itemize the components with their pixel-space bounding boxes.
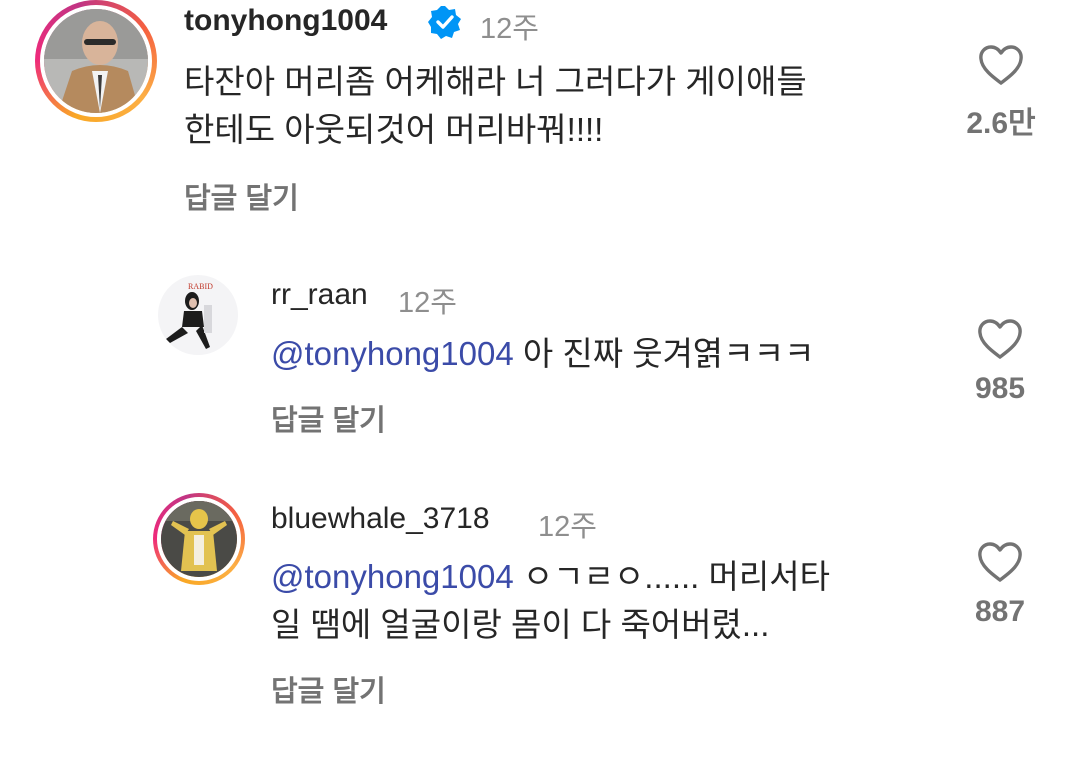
heart-outline-icon[interactable] <box>977 541 1023 583</box>
comment-username[interactable]: bluewhale_3718 <box>271 502 490 536</box>
like-control: 985 <box>955 318 1045 406</box>
comment-body: ㅇㄱㄹㅇ...... 머리서타 <box>513 558 830 595</box>
heart-outline-icon[interactable] <box>978 44 1024 86</box>
comment-text-line: 한테도 아웃되것어 머리바꿔!!!! <box>184 111 604 148</box>
comment-text-line: @tonyhong1004 ㅇㄱㄹㅇ...... 머리서타 <box>271 553 941 601</box>
like-count: 985 <box>974 372 1026 405</box>
avatar <box>40 5 152 117</box>
avatar-image <box>161 501 237 577</box>
avatar-plain[interactable]: RABID <box>158 275 238 355</box>
heart-outline-icon[interactable] <box>977 318 1023 360</box>
comment-item: RABID rr_raan 12주 @tonyhong1004 아 진짜 웃겨엵… <box>0 260 1080 450</box>
comment-username[interactable]: tonyhong1004 <box>184 4 387 38</box>
avatar-story-ring[interactable] <box>153 493 245 585</box>
comment-time: 12주 <box>480 13 539 45</box>
avatar-image: RABID <box>158 275 238 355</box>
comment-text: @tonyhong1004 아 진짜 웃겨엵ㅋㅋㅋ <box>271 330 931 378</box>
reply-button[interactable]: 답글 달기 <box>184 175 299 217</box>
like-control: 887 <box>955 541 1045 629</box>
comment-body: 아 진짜 웃겨엵ㅋㅋㅋ <box>513 335 815 372</box>
verified-badge-icon <box>428 5 462 44</box>
comments-screen: tonyhong1004 12주 타잔아 머리좀 어케해라 너 그러다가 게이애… <box>0 0 1080 762</box>
avatar-story-ring[interactable] <box>35 0 157 122</box>
avatar: RABID <box>158 275 238 355</box>
mention-link[interactable]: @tonyhong1004 <box>271 335 514 372</box>
comment-text-line: @tonyhong1004 아 진짜 웃겨엵ㅋㅋㅋ <box>271 330 931 378</box>
like-count: 2.6만 <box>966 107 1036 140</box>
mention-link[interactable]: @tonyhong1004 <box>271 558 514 595</box>
comment-text: @tonyhong1004 ㅇㄱㄹㅇ...... 머리서타 일 땜에 얼굴이랑 … <box>271 553 941 649</box>
like-count: 887 <box>974 595 1026 628</box>
comment-item: bluewhale_3718 12주 @tonyhong1004 ㅇㄱㄹㅇ...… <box>0 485 1080 735</box>
comment-item: tonyhong1004 12주 타잔아 머리좀 어케해라 너 그러다가 게이애… <box>0 0 1080 230</box>
comment-text: 타잔아 머리좀 어케해라 너 그러다가 게이애들 한테도 아웃되것어 머리바꿔!… <box>184 58 924 154</box>
comment-text-line: 타잔아 머리좀 어케해라 너 그러다가 게이애들 <box>184 63 807 100</box>
comment-username[interactable]: rr_raan <box>271 278 368 312</box>
svg-text:RABID: RABID <box>188 282 213 291</box>
comment-text-line: 일 땜에 얼굴이랑 몸이 다 죽어버렸... <box>271 606 770 643</box>
avatar <box>157 497 241 581</box>
comment-time: 12주 <box>398 287 457 319</box>
avatar-image <box>44 9 148 113</box>
comment-time: 12주 <box>538 511 597 543</box>
like-control: 2.6만 <box>956 44 1046 142</box>
reply-button[interactable]: 답글 달기 <box>271 397 386 439</box>
reply-button[interactable]: 답글 달기 <box>271 668 386 710</box>
